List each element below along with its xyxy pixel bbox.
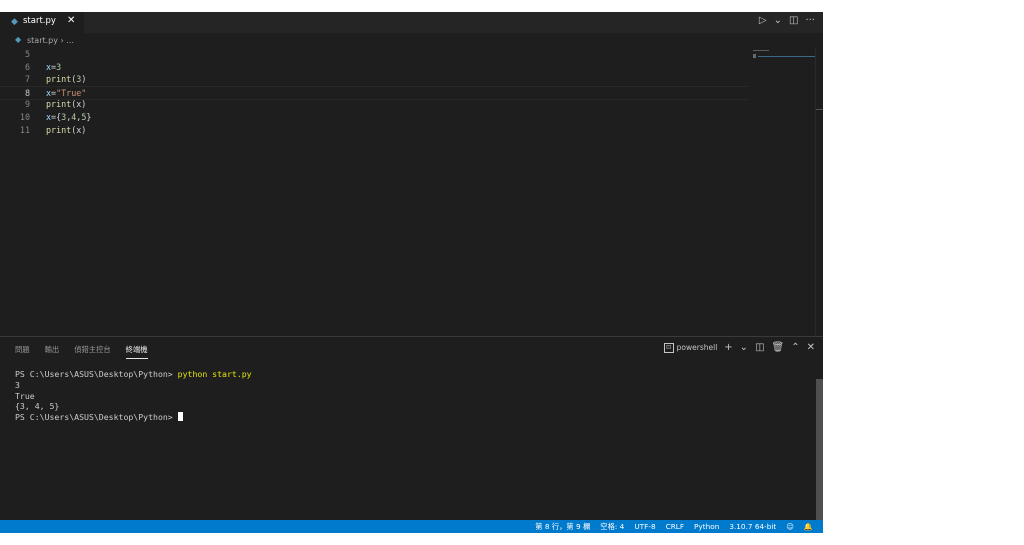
- code-text: print(3): [46, 74, 87, 85]
- split-editor-icon[interactable]: ◫: [789, 15, 798, 26]
- code-editor[interactable]: 5 6 x=3 7 print(3) 8 x="True" 9 print(x)…: [0, 48, 815, 336]
- minimap[interactable]: [753, 48, 815, 336]
- status-bar: 第 8 行，第 9 欄 空格: 4 UTF-8 CRLF Python 3.10…: [0, 520, 823, 533]
- status-encoding[interactable]: UTF-8: [634, 522, 655, 532]
- terminal-line: PS C:\Users\ASUS\Desktop\Python>: [15, 412, 252, 423]
- minimap-slider[interactable]: [753, 54, 756, 58]
- vscode-window: ◆ start.py ✕ ▷ ⌄ ◫ ··· ◆ start.py › ... …: [0, 12, 823, 533]
- code-line[interactable]: 5: [0, 48, 748, 61]
- breadcrumb-separator: ›: [60, 36, 64, 45]
- status-language[interactable]: Python: [694, 522, 719, 532]
- code-text: print(x): [46, 99, 87, 110]
- breadcrumb-file[interactable]: start.py: [27, 36, 58, 45]
- terminal-icon: ⊡: [663, 342, 674, 353]
- split-terminal-icon[interactable]: ◫: [755, 342, 764, 353]
- code-line[interactable]: 11 print(x): [0, 124, 748, 137]
- line-number: 6: [24, 61, 30, 72]
- editor-actions: ▷ ⌄ ◫ ···: [759, 15, 815, 26]
- terminal-line: 3: [15, 379, 20, 390]
- feedback-icon[interactable]: ☺: [786, 522, 794, 532]
- terminal-command: python start.py: [177, 369, 252, 379]
- tab-terminal[interactable]: 終端機: [125, 345, 148, 359]
- status-cursor-position[interactable]: 第 8 行，第 9 欄: [535, 522, 590, 532]
- maximize-panel-icon[interactable]: ⌃: [791, 342, 799, 353]
- terminal-dropdown-icon[interactable]: ⌄: [740, 342, 748, 353]
- terminal-line: PS C:\Users\ASUS\Desktop\Python> python …: [15, 369, 252, 380]
- close-tab-icon[interactable]: ✕: [67, 15, 75, 26]
- terminal-prompt: PS C:\Users\ASUS\Desktop\Python>: [15, 369, 178, 379]
- trash-icon[interactable]: 🗑: [772, 342, 785, 353]
- code-text: x={3,4,5}: [46, 112, 92, 122]
- shell-name: powershell: [676, 343, 718, 352]
- tab-debug-console[interactable]: 偵錯主控台: [74, 345, 110, 359]
- line-number: 9: [24, 99, 30, 110]
- status-eol[interactable]: CRLF: [666, 522, 684, 532]
- terminal-shell-selector[interactable]: ⊡ powershell: [663, 342, 718, 353]
- editor-scrollbar[interactable]: [815, 48, 823, 336]
- panel-tabs: 問題 輸出 偵錯主控台 終端機: [15, 345, 148, 359]
- python-file-icon: ◆: [15, 35, 22, 44]
- run-icon[interactable]: ▷: [759, 15, 767, 26]
- tab-label: start.py: [23, 16, 56, 26]
- terminal-line: {3, 4, 5}: [15, 401, 60, 412]
- new-terminal-icon[interactable]: +: [724, 342, 732, 353]
- close-panel-icon[interactable]: ✕: [807, 342, 815, 353]
- code-line[interactable]: 9 print(x): [0, 98, 748, 111]
- panel-actions: ⊡ powershell + ⌄ ◫ 🗑 ⌃ ✕: [663, 342, 815, 353]
- code-text: x=3: [46, 61, 62, 72]
- python-file-icon: ◆: [11, 17, 18, 27]
- code-text: print(x): [46, 124, 87, 135]
- terminal-cursor: [177, 412, 183, 422]
- status-indentation[interactable]: 空格: 4: [600, 522, 624, 532]
- more-actions-icon[interactable]: ···: [805, 15, 815, 26]
- line-number: 11: [19, 124, 30, 135]
- line-number: 10: [19, 112, 30, 122]
- tab-problems[interactable]: 問題: [15, 345, 30, 359]
- run-menu-chevron-icon[interactable]: ⌄: [774, 15, 782, 26]
- terminal-scrollbar[interactable]: [816, 379, 823, 521]
- status-interpreter[interactable]: 3.10.7 64-bit: [729, 522, 776, 532]
- breadcrumb: ◆ start.py › ...: [0, 33, 823, 48]
- bottom-panel: 問題 輸出 偵錯主控台 終端機 ⊡ powershell + ⌄ ◫ 🗑 ⌃ ✕…: [0, 336, 823, 521]
- breadcrumb-more[interactable]: ...: [66, 36, 74, 45]
- code-line[interactable]: 7 print(3): [0, 73, 748, 86]
- terminal-output[interactable]: PS C:\Users\ASUS\Desktop\Python> python …: [15, 369, 252, 423]
- tab-bar: ◆ start.py ✕ ▷ ⌄ ◫ ···: [0, 12, 823, 33]
- code-line[interactable]: 10 x={3,4,5}: [0, 111, 748, 124]
- code-line[interactable]: 6 x=3: [0, 61, 748, 74]
- scrollbar-cursor-marker: [816, 109, 823, 110]
- bell-icon[interactable]: 🔔: [804, 522, 813, 532]
- tab-output[interactable]: 輸出: [45, 345, 60, 359]
- terminal-prompt: PS C:\Users\ASUS\Desktop\Python>: [15, 412, 178, 423]
- tab-start-py[interactable]: ◆ start.py ✕: [0, 12, 84, 33]
- line-number: 5: [24, 49, 30, 59]
- minimap-cursor-line: [758, 56, 815, 57]
- terminal-line: True: [15, 390, 35, 401]
- minimap-code-preview: [753, 50, 769, 51]
- line-number: 7: [24, 74, 30, 85]
